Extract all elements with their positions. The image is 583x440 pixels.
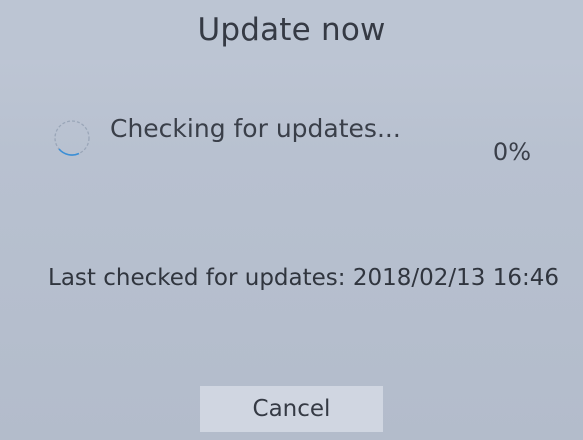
- last-checked-text: Last checked for updates: 2018/02/13 16:…: [48, 265, 559, 291]
- dialog-title: Update now: [197, 12, 386, 48]
- progress-percent: 0%: [492, 138, 531, 166]
- status-text: Checking for updates...: [110, 114, 401, 143]
- update-dialog: Update now Checking for updates... 0% La…: [0, 0, 583, 440]
- cancel-button[interactable]: Cancel: [200, 386, 383, 432]
- spinner-icon: [53, 119, 91, 157]
- title-bar: Update now: [0, 0, 583, 60]
